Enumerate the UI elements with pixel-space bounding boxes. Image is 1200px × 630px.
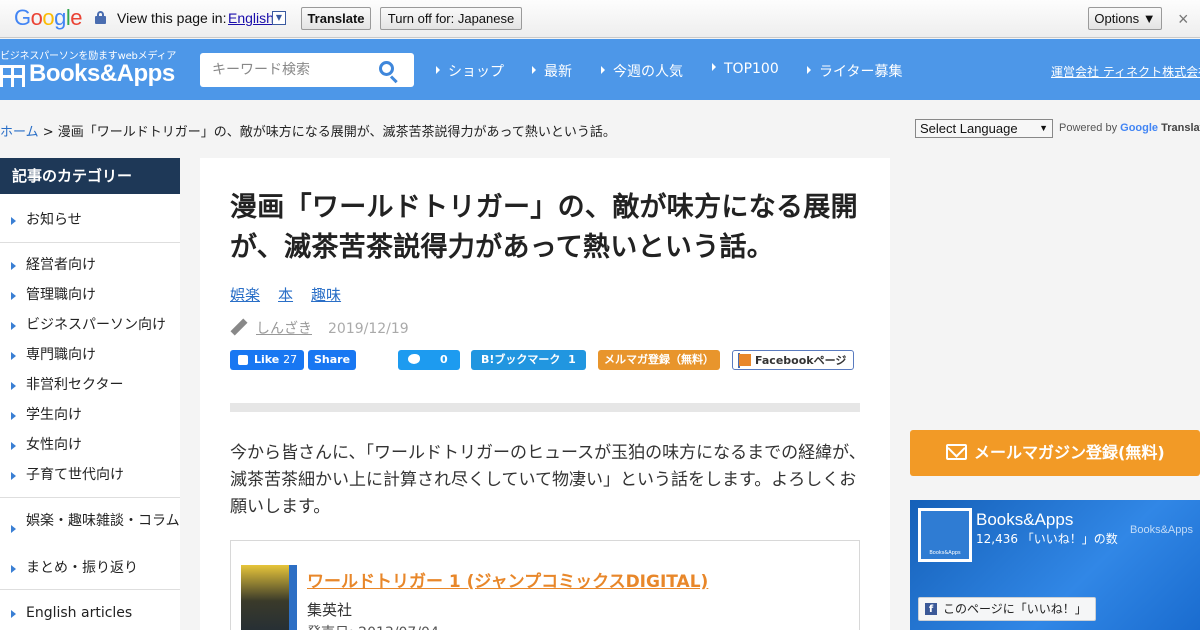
sidebar-item-english[interactable]: English articles: [0, 604, 180, 622]
nav-writer-recruit[interactable]: ライター募集: [807, 61, 902, 81]
arrow-icon: [807, 66, 811, 74]
breadcrumb-current: > 漫画「ワールドトリガー」の、敵が味方になる展開が、滅茶苦茶説得力があって熱い…: [38, 125, 616, 140]
pencil-icon: [230, 318, 248, 336]
fb-page-like-button[interactable]: f このページに「いいね！」: [918, 597, 1096, 621]
arrow-icon: [601, 66, 605, 74]
facebook-page-button[interactable]: Facebookページ: [732, 350, 854, 370]
search-input[interactable]: [212, 60, 372, 80]
twitter-bird-icon: [408, 354, 420, 364]
tag-link[interactable]: 娯楽: [230, 286, 260, 304]
category-sidebar: 記事のカテゴリー お知らせ 経営者向け 管理職向け ビジネスパーソン向け 専門職…: [0, 158, 180, 630]
site-logo-icon[interactable]: [0, 65, 25, 87]
arrow-icon: [11, 525, 16, 533]
fb-page-name[interactable]: Books&Apps: [976, 510, 1073, 530]
thumbs-up-icon: [238, 355, 248, 365]
language-link[interactable]: English: [228, 10, 274, 26]
arrow-icon: [11, 442, 16, 450]
arrow-icon: [11, 352, 16, 360]
divider: [0, 242, 180, 243]
separator-bar: [230, 403, 860, 412]
site-logo-text[interactable]: Books&Apps: [29, 60, 175, 88]
site-header: ビジネスパーソンを励ますwebメディア Books&Apps ショップ 最新 今…: [0, 39, 1200, 100]
arrow-icon: [11, 412, 16, 420]
envelope-icon: [946, 439, 967, 460]
sidebar-item-specialists[interactable]: 専門職向け: [0, 346, 180, 364]
translate-button[interactable]: Translate: [301, 7, 371, 30]
nav-weekly-popular[interactable]: 今週の人気: [601, 61, 683, 81]
breadcrumb-home[interactable]: ホーム: [0, 125, 39, 140]
fb-like-count: 12,436 「いいね！」の数: [976, 532, 1118, 546]
article-meta: しんざき 2019/12/19: [230, 318, 409, 338]
nav-top100[interactable]: TOP100: [712, 61, 779, 77]
divider: [0, 589, 180, 590]
arrow-icon: [11, 382, 16, 390]
page-avatar-label: Books&Apps: [929, 550, 961, 556]
mail-magazine-button[interactable]: メールマガジン登録(無料): [910, 430, 1200, 476]
search-icon[interactable]: [378, 60, 400, 84]
sidebar-item-news[interactable]: お知らせ: [0, 211, 180, 229]
arrow-icon: [11, 472, 16, 480]
facebook-icon: f: [925, 603, 937, 615]
book-title-link[interactable]: ワールドトリガー 1 (ジャンプコミックスDIGITAL): [307, 567, 708, 592]
arrow-icon: [11, 217, 16, 225]
options-button[interactable]: Options ▼: [1088, 7, 1162, 30]
arrow-icon: [11, 292, 16, 300]
facebook-share-button[interactable]: Share: [308, 350, 356, 370]
article-card: 漫画「ワールドトリガー」の、敵が味方になる展開が、滅茶苦茶説得力があって熱いとい…: [200, 158, 890, 630]
tag-link[interactable]: 本: [278, 286, 293, 304]
search-box: [200, 53, 414, 87]
chevron-down-icon: ▼: [1039, 123, 1048, 133]
sidebar-item-students[interactable]: 学生向け: [0, 406, 180, 424]
language-select[interactable]: Select Language ▼: [915, 119, 1053, 138]
book-publisher: 集英社: [307, 601, 353, 619]
view-page-label: View this page in:: [117, 10, 227, 26]
sidebar-heading: 記事のカテゴリー: [0, 158, 180, 194]
tag-link[interactable]: 趣味: [311, 286, 341, 304]
language-dropdown-icon[interactable]: ▼: [272, 11, 286, 25]
book-release-date: 発売日: 2013/07/04: [307, 622, 439, 630]
arrow-icon: [712, 63, 716, 71]
nav-latest[interactable]: 最新: [532, 61, 572, 81]
sidebar-item-summary[interactable]: まとめ・振り返り: [0, 559, 180, 577]
article-title: 漫画「ワールドトリガー」の、敵が味方になる展開が、滅茶苦茶説得力があって熱いとい…: [230, 192, 858, 263]
facebook-like-button[interactable]: Like 27: [230, 350, 304, 370]
article-tags: 娯楽本趣味: [230, 284, 359, 305]
arrow-icon: [11, 322, 16, 330]
close-icon[interactable]: ×: [1178, 9, 1189, 30]
mailmag-register-button[interactable]: メルマガ登録（無料）: [598, 350, 720, 370]
book-cover-image[interactable]: [241, 565, 297, 630]
arrow-icon: [11, 262, 16, 270]
turn-off-button[interactable]: Turn off for: Japanese: [380, 7, 522, 30]
company-link[interactable]: 運営会社 ティネクト株式会社: [1051, 63, 1200, 80]
facebook-page-widget: Books&Apps Books&Apps 12,436 「いいね！」の数 Bo…: [910, 500, 1200, 630]
translate-bar: Google View this page in: English ▼ Tran…: [0, 0, 1200, 38]
google-logo: Google: [14, 5, 83, 30]
publish-date: 2019/12/19: [328, 321, 409, 337]
author-link[interactable]: しんざき: [256, 321, 312, 337]
sidebar-item-women[interactable]: 女性向け: [0, 436, 180, 454]
arrow-icon: [436, 66, 440, 74]
tweet-button[interactable]: 0: [398, 350, 460, 370]
powered-by-google: Powered by Google Translate: [1059, 122, 1200, 134]
arrow-icon: [11, 565, 16, 573]
sidebar-item-nonprofit[interactable]: 非営利セクター: [0, 376, 180, 394]
watermark-logo: Books&Apps: [1130, 524, 1193, 536]
sidebar-item-entertainment[interactable]: 娯楽・趣味雑談・コラム: [0, 512, 180, 533]
article-intro: 今から皆さんに、「ワールドトリガーのヒュースが玉狛の味方になるまでの経緯が、滅茶…: [230, 443, 866, 517]
arrow-icon: [532, 66, 536, 74]
breadcrumb: ホーム > 漫画「ワールドトリガー」の、敵が味方になる展開が、滅茶苦茶説得力があ…: [0, 121, 616, 140]
divider: [0, 497, 180, 498]
hatena-bookmark-button[interactable]: B!ブックマーク 1: [471, 350, 586, 370]
sidebar-item-managers[interactable]: 管理職向け: [0, 286, 180, 304]
sidebar-item-business[interactable]: ビジネスパーソン向け: [0, 316, 180, 334]
nav-shop[interactable]: ショップ: [436, 61, 504, 81]
page-avatar[interactable]: Books&Apps: [918, 508, 972, 562]
google-mini-logo: Google: [1120, 122, 1159, 134]
book-card: ワールドトリガー 1 (ジャンプコミックスDIGITAL) 集英社 発売日: 2…: [230, 540, 860, 630]
sidebar-item-executives[interactable]: 経営者向け: [0, 256, 180, 274]
arrow-icon: [11, 610, 16, 618]
sidebar-item-parents[interactable]: 子育て世代向け: [0, 466, 180, 484]
lock-icon: [95, 11, 106, 24]
